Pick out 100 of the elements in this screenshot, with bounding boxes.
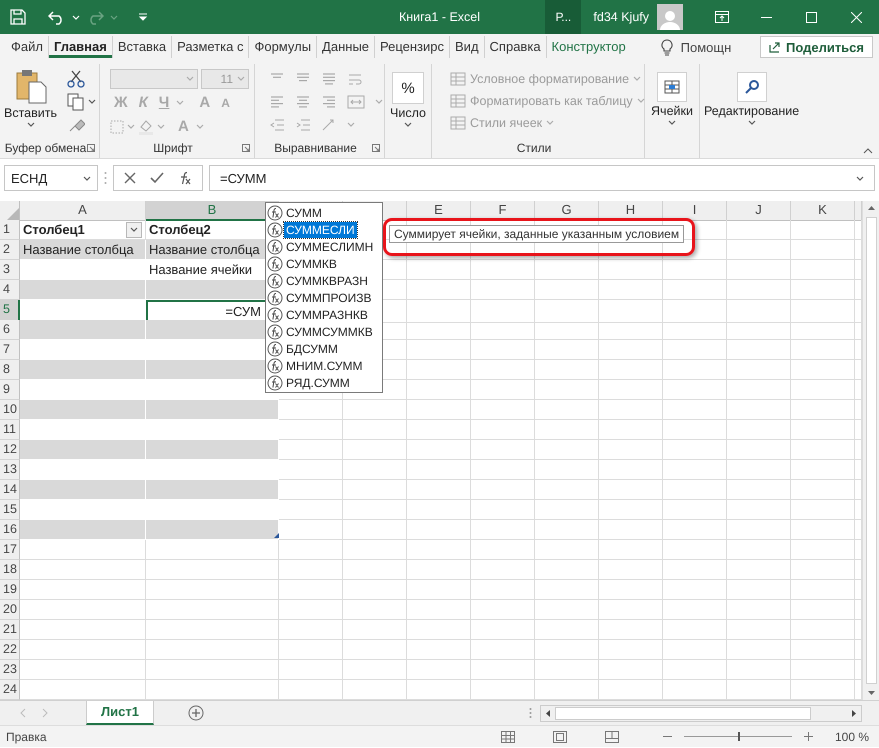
grid-cell[interactable] <box>791 280 855 300</box>
grid-cell[interactable] <box>727 280 791 300</box>
grid-cell[interactable] <box>343 480 407 500</box>
table-cell[interactable] <box>146 520 279 540</box>
grid-cell[interactable] <box>791 440 855 460</box>
row-header[interactable]: 11 <box>0 420 20 440</box>
grid-cell[interactable] <box>407 460 471 480</box>
caret-icon[interactable] <box>83 176 91 180</box>
grid-cell[interactable] <box>727 320 791 340</box>
grid-cell[interactable] <box>471 460 535 480</box>
grid-cell[interactable] <box>663 380 727 400</box>
grid-cell[interactable] <box>279 580 343 600</box>
grid-cell[interactable] <box>599 280 663 300</box>
table-cell[interactable] <box>20 280 146 300</box>
grid-cell[interactable] <box>599 620 663 640</box>
grid-cell[interactable] <box>471 400 535 420</box>
maximize-icon[interactable] <box>806 12 817 22</box>
grid-cell[interactable] <box>791 520 855 540</box>
grid-cell[interactable] <box>471 260 535 280</box>
ribbon-display-icon[interactable] <box>714 11 728 23</box>
function-suggestion[interactable]: МНИМ.СУММ <box>284 358 364 374</box>
grid-cell[interactable] <box>407 300 471 323</box>
grid-cell[interactable] <box>279 560 343 580</box>
grid-cell[interactable] <box>535 340 599 360</box>
grid-cell[interactable] <box>471 280 535 300</box>
grid-cell[interactable] <box>20 620 146 640</box>
ribbon-tab[interactable]: Формулы <box>249 36 318 58</box>
caret-icon[interactable] <box>404 122 412 127</box>
function-suggestion[interactable]: СУММЕСЛИ <box>284 222 357 238</box>
row-header[interactable]: 24 <box>0 680 20 700</box>
grid-cell[interactable] <box>343 500 407 520</box>
row-header[interactable]: 14 <box>0 480 20 500</box>
grid-cell[interactable] <box>727 240 791 260</box>
grid-cell[interactable] <box>663 420 727 440</box>
grid-cell[interactable] <box>343 460 407 480</box>
function-suggestion[interactable]: СУММРАЗНКВ <box>284 306 370 322</box>
grid-cell[interactable] <box>663 360 727 380</box>
share-button[interactable]: Поделиться <box>760 36 873 58</box>
caret-icon[interactable] <box>88 99 96 104</box>
grid-cell[interactable] <box>791 540 855 560</box>
grid-cell[interactable] <box>535 300 599 323</box>
caret-icon[interactable] <box>130 227 138 232</box>
grid-cell[interactable] <box>535 320 599 340</box>
grid-cell[interactable] <box>599 640 663 660</box>
grid-cell[interactable] <box>727 380 791 400</box>
grid-cell[interactable] <box>599 400 663 420</box>
grid-cell[interactable] <box>727 300 791 323</box>
row-header[interactable]: 1 <box>0 220 20 240</box>
grid-cell[interactable] <box>599 660 663 680</box>
grid-cell[interactable] <box>791 360 855 380</box>
caret-icon[interactable] <box>26 122 34 127</box>
add-sheet-icon[interactable] <box>188 705 204 721</box>
column-header[interactable]: K <box>791 201 855 221</box>
function-suggestion[interactable]: СУММ <box>284 204 324 220</box>
grid-cell[interactable] <box>791 400 855 420</box>
grid-cell[interactable] <box>146 600 279 620</box>
collapse-ribbon-icon[interactable] <box>863 148 873 154</box>
select-all-button[interactable] <box>0 201 20 221</box>
grid-cell[interactable] <box>20 560 146 580</box>
grid-cell[interactable] <box>20 540 146 560</box>
table-cell[interactable] <box>20 320 146 340</box>
ribbon-tab[interactable]: Главная <box>48 36 113 58</box>
grid-cell[interactable] <box>471 300 535 323</box>
zoom-level[interactable]: 100 % <box>834 730 869 744</box>
row-header[interactable]: 21 <box>0 620 20 640</box>
grid-cell[interactable] <box>407 380 471 400</box>
grid-cell[interactable] <box>727 420 791 440</box>
row-header[interactable]: 6 <box>0 320 20 340</box>
grid-cell[interactable] <box>146 640 279 660</box>
grid-cell[interactable] <box>535 520 599 540</box>
grid-cell[interactable] <box>146 560 279 580</box>
formula-field[interactable]: =СУММ <box>209 165 875 191</box>
row-header[interactable]: 4 <box>0 280 20 300</box>
grid-cell[interactable] <box>407 640 471 660</box>
grid-cell[interactable] <box>727 500 791 520</box>
grid-cell[interactable] <box>471 380 535 400</box>
column-header[interactable]: J <box>727 201 791 221</box>
vertical-scrollbar[interactable] <box>862 201 879 700</box>
grid-cell[interactable] <box>791 460 855 480</box>
grid-cell[interactable] <box>663 340 727 360</box>
column-header[interactable]: I <box>663 201 727 221</box>
grid-cell[interactable] <box>535 440 599 460</box>
grid-cell[interactable] <box>727 480 791 500</box>
grid-cell[interactable] <box>599 300 663 323</box>
grid-cell[interactable] <box>279 660 343 680</box>
grid-cell[interactable] <box>471 560 535 580</box>
row-header[interactable]: 17 <box>0 540 20 560</box>
save-icon[interactable] <box>10 9 26 25</box>
page-layout-view-icon[interactable] <box>552 730 567 742</box>
close-icon[interactable] <box>851 12 862 22</box>
grid-cell[interactable] <box>727 620 791 640</box>
copy-icon[interactable] <box>67 92 85 110</box>
grid-cell[interactable] <box>791 420 855 440</box>
normal-view-icon[interactable] <box>500 730 515 742</box>
insert-function-icon[interactable] <box>178 171 192 185</box>
grid-cell[interactable] <box>663 400 727 420</box>
grid-cell[interactable] <box>599 360 663 380</box>
grid-cell[interactable] <box>343 660 407 680</box>
grid-cell[interactable] <box>535 460 599 480</box>
grid-cell[interactable] <box>20 580 146 600</box>
